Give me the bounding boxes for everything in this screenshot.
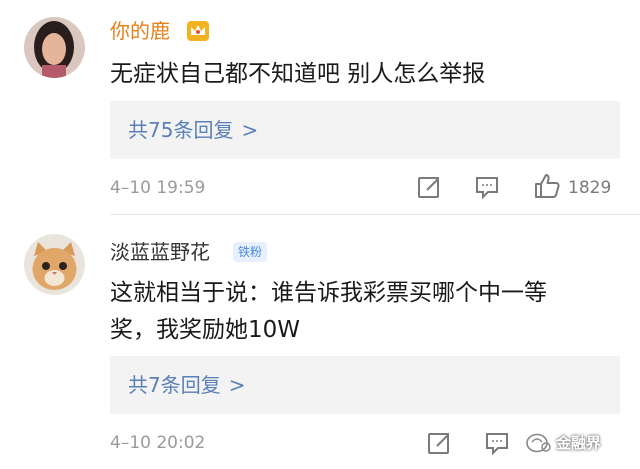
watermark-text: 金融界: [556, 434, 602, 452]
comment-time: 4–10 20:02: [110, 433, 206, 453]
replies-link[interactable]: 共7条回复 >: [110, 356, 620, 414]
replies-box[interactable]: 共7条回复 >: [110, 356, 620, 414]
watermark-logo: [526, 432, 552, 458]
replies-count: 共7条回复: [128, 373, 221, 397]
comment-icon[interactable]: [484, 430, 510, 456]
replies-count: 共75条回复: [128, 118, 234, 142]
avatar[interactable]: [24, 234, 85, 295]
username[interactable]: 淡蓝蓝野花: [110, 240, 210, 264]
chevron-right-icon: >: [228, 373, 246, 397]
share-icon[interactable]: [426, 430, 452, 456]
comment-time: 4–10 19:59: [110, 178, 206, 198]
comment-icon[interactable]: [474, 174, 500, 200]
comment-text: 无症状自己都不知道吧 别人怎么举报: [110, 61, 486, 87]
like-icon[interactable]: [533, 172, 561, 200]
fan-badge: 铁粉: [233, 242, 268, 262]
comment-text-line-2: 奖，我奖励她10W: [110, 317, 301, 343]
share-icon[interactable]: [416, 174, 442, 200]
chevron-right-icon: >: [241, 118, 259, 142]
replies-box[interactable]: 共75条回复 >: [110, 101, 620, 159]
avatar[interactable]: [24, 17, 85, 78]
comment-text-line-1: 这就相当于说：谁告诉我彩票买哪个中一等: [110, 280, 547, 306]
divider: [110, 214, 640, 215]
crown-icon: [186, 20, 210, 42]
like-count: 1829: [568, 178, 612, 198]
replies-link[interactable]: 共75条回复 >: [110, 101, 620, 159]
username[interactable]: 你的鹿: [110, 19, 170, 43]
